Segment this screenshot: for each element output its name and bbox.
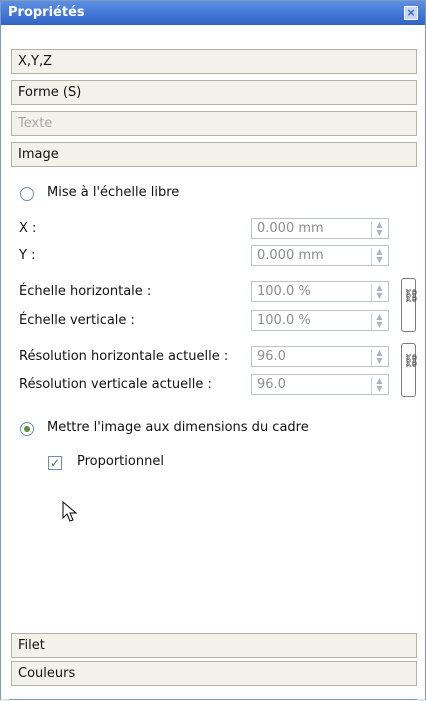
vertical-resolution-input[interactable]: 96.0 xyxy=(251,374,389,395)
scale-link-icon[interactable]: ⛓ xyxy=(401,278,420,332)
free-scale-radio[interactable] xyxy=(20,187,34,201)
horizontal-scale-label: Échelle horizontale : xyxy=(19,284,152,299)
section-line[interactable]: Filet xyxy=(11,633,417,658)
proportional-checkbox[interactable]: ✓ xyxy=(48,456,62,470)
x-spinner[interactable]: ▲ ▼ xyxy=(371,221,387,238)
title-bar[interactable]: Propriétés × xyxy=(1,1,425,25)
y-spinner[interactable]: ▲ ▼ xyxy=(371,248,387,265)
section-image[interactable]: Image xyxy=(11,142,417,167)
section-xyz[interactable]: X,Y,Z xyxy=(11,49,417,74)
section-text[interactable]: Texte xyxy=(11,111,417,136)
x-input[interactable]: 0.000 mm xyxy=(251,218,389,239)
vertical-resolution-label: Résolution verticale actuelle : xyxy=(19,377,212,392)
fit-frame-label: Mettre l'image aux dimensions du cadre xyxy=(47,420,309,435)
fit-frame-radio[interactable] xyxy=(20,422,34,436)
horizontal-scale-spinner[interactable]: ▲ ▼ xyxy=(371,284,387,301)
horizontal-resolution-input[interactable]: 96.0 xyxy=(251,346,389,367)
y-input[interactable]: 0.000 mm xyxy=(251,245,389,266)
section-shape[interactable]: Forme (S) xyxy=(11,80,417,105)
vertical-scale-input[interactable]: 100.0 % xyxy=(251,310,389,331)
proportional-label: Proportionnel xyxy=(77,454,164,469)
section-colors[interactable]: Couleurs xyxy=(11,661,417,686)
free-scale-label: Mise à l'échelle libre xyxy=(47,185,180,200)
horizontal-scale-input[interactable]: 100.0 % xyxy=(251,281,389,302)
window-title: Propriétés xyxy=(8,5,85,20)
resolution-link-icon[interactable]: ⛓ xyxy=(401,343,420,397)
y-label: Y : xyxy=(19,248,36,263)
vertical-scale-label: Échelle verticale : xyxy=(19,313,135,328)
mouse-cursor-icon xyxy=(62,500,78,522)
properties-content: X,Y,Z Forme (S) Texte Image Mise à l'éch… xyxy=(1,25,425,699)
horizontal-resolution-label: Résolution horizontale actuelle : xyxy=(19,349,229,364)
horizontal-resolution-spinner[interactable]: ▲ ▼ xyxy=(371,349,387,366)
vertical-scale-spinner[interactable]: ▲ ▼ xyxy=(371,313,387,330)
close-button[interactable]: × xyxy=(404,6,418,20)
vertical-resolution-spinner[interactable]: ▲ ▼ xyxy=(371,377,387,394)
x-label: X : xyxy=(19,221,37,236)
properties-window: Propriétés × X,Y,Z Forme (S) Texte Image… xyxy=(0,0,426,701)
